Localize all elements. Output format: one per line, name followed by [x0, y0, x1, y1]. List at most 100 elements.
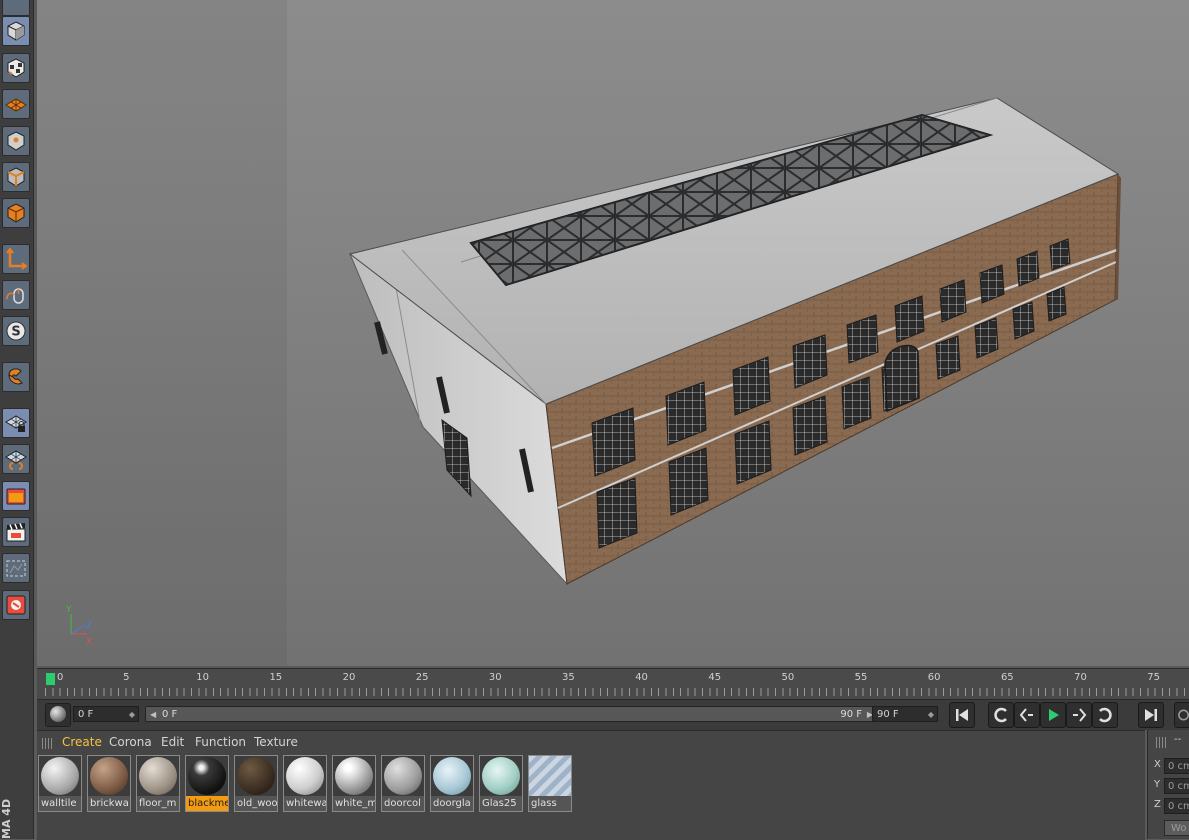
material-name: white_m: [333, 796, 375, 811]
material-manager: Create Corona Edit Function Texture walltile…: [37, 730, 1145, 840]
go-to-end-button[interactable]: [1138, 702, 1164, 728]
grid-plane-button[interactable]: [2, 89, 30, 119]
axis-icon: [6, 247, 28, 270]
clapper-icon: [6, 523, 26, 542]
timeline-tick-label: 5: [123, 672, 130, 683]
slider-start-label: 0 F: [162, 709, 178, 720]
timeline-playhead[interactable]: [46, 673, 55, 685]
material-swatch-old_woo[interactable]: old_woo: [234, 755, 278, 812]
current-frame-field[interactable]: 0 F ◆: [73, 706, 139, 722]
viewport-3d[interactable]: Y Z X: [37, 0, 1189, 666]
lock-grid-icon: [5, 415, 27, 432]
record-button-partial[interactable]: [1174, 702, 1189, 728]
previous-key-icon: [994, 707, 1007, 723]
svg-text:S: S: [11, 325, 20, 340]
polygons-mode-button[interactable]: [2, 198, 30, 228]
material-preview-sphere: [139, 757, 177, 795]
material-swatch-glas25[interactable]: Glas25: [479, 755, 523, 812]
coord-value-field[interactable]: 0 cm: [1164, 778, 1189, 794]
axis-label-z: Z: [86, 621, 92, 631]
coord-value-field[interactable]: 0 cm: [1164, 758, 1189, 774]
material-swatch-white_m[interactable]: white_m: [332, 755, 376, 812]
material-name: whitewa: [284, 796, 326, 811]
material-preview-hatch: [529, 756, 571, 797]
timeline-tick-label: 60: [927, 672, 941, 683]
timeline-tick-label: 50: [781, 672, 795, 683]
previous-frame-button[interactable]: [1014, 702, 1040, 728]
menu-function[interactable]: Function: [195, 735, 246, 749]
timeline-tick-label: 70: [1074, 672, 1087, 683]
timeline-tick-label: 10: [196, 672, 210, 683]
next-key-button[interactable]: [1092, 702, 1118, 728]
timeline-tick-label: 25: [415, 672, 429, 683]
material-swatch-doorcol[interactable]: doorcol: [381, 755, 425, 812]
lock-grid-button[interactable]: [2, 408, 30, 438]
render-button[interactable]: [2, 590, 30, 620]
material-swatch-doorgla[interactable]: doorgla: [430, 755, 474, 812]
menu-create[interactable]: Create: [62, 735, 102, 749]
material-preview-sphere: [90, 757, 128, 795]
material-preview-sphere: [384, 757, 422, 795]
coords-grip-icon[interactable]: [1156, 737, 1168, 748]
preview-sphere-icon[interactable]: [45, 703, 71, 727]
axis-button[interactable]: [2, 244, 30, 274]
next-frame-icon: [1073, 708, 1087, 722]
mouse-icon: [6, 288, 24, 304]
edges-mode-button[interactable]: [2, 162, 30, 192]
menu-texture[interactable]: Texture: [254, 735, 298, 749]
timeline-tick-label: 0: [57, 672, 64, 683]
timeline-tick-label: 40: [635, 672, 648, 683]
timeline-ticks: [45, 688, 1189, 696]
render-icon: [6, 595, 26, 615]
material-name: blackme: [186, 796, 228, 811]
material-name: walltile: [39, 796, 81, 811]
material-name: doorgla: [431, 796, 473, 811]
tool-button-top-partial[interactable]: [2, 0, 30, 16]
material-swatch-whitewa[interactable]: whitewa: [283, 755, 327, 812]
previous-frame-icon: [1019, 708, 1033, 722]
cube-tool-button[interactable]: [2, 16, 30, 46]
play-button[interactable]: [1040, 702, 1066, 728]
points-mode-button[interactable]: [2, 126, 30, 156]
snap-button[interactable]: S: [2, 316, 30, 346]
timeline-ruler[interactable]: 0 5 10 15 20 25 30 35 40 45 50 55 60 65 70 75: [37, 668, 1189, 699]
axis-label-x: X: [86, 637, 92, 647]
material-swatch-floor_m[interactable]: floor_m: [136, 755, 180, 812]
material-preview-sphere: [433, 757, 471, 795]
material-name: Glas25: [480, 796, 522, 811]
material-swatch-glass[interactable]: glass: [528, 755, 572, 812]
material-swatch-blackme[interactable]: blackme: [185, 755, 229, 812]
coords-mode-button[interactable]: Wo: [1164, 820, 1189, 836]
building-model[interactable]: [37, 0, 1189, 666]
left-toolbar: S MA 4D: [0, 0, 34, 839]
material-name: floor_m: [137, 796, 179, 811]
material-preview-sphere: [335, 757, 373, 795]
material-name: brickwa: [88, 796, 130, 811]
clapper-button[interactable]: [2, 517, 30, 547]
material-name: doorcol: [382, 796, 424, 811]
folder-button[interactable]: [2, 481, 30, 511]
end-frame-field[interactable]: 90 F ◆: [872, 706, 938, 722]
next-frame-button[interactable]: [1066, 702, 1092, 728]
material-swatch-brickwa[interactable]: brickwa: [87, 755, 131, 812]
menu-corona[interactable]: Corona: [109, 735, 152, 749]
coordinates-panel: -- X0 cmY0 cmZ0 cm Wo: [1147, 730, 1189, 839]
checker-cube-button[interactable]: [2, 53, 30, 83]
skip-start-icon: [956, 709, 968, 721]
mouse-tool-button[interactable]: [2, 280, 30, 310]
panel-grip-icon[interactable]: [42, 738, 54, 749]
grid-rotate-button[interactable]: [2, 444, 30, 474]
magnet-button[interactable]: [2, 362, 30, 392]
folder-icon: [6, 488, 26, 505]
material-preview-sphere: [286, 757, 324, 795]
axis-gizmo: Y Z X: [65, 605, 92, 647]
coord-value-field[interactable]: 0 cm: [1164, 798, 1189, 814]
frame-range-slider[interactable]: ◀ 0 F 90 F ▶: [145, 706, 877, 722]
go-to-start-button[interactable]: [949, 702, 975, 728]
render-region-button[interactable]: [2, 553, 30, 583]
menu-edit[interactable]: Edit: [161, 735, 184, 749]
coord-axis-label: X: [1154, 759, 1161, 770]
previous-key-button[interactable]: [988, 702, 1014, 728]
material-swatch-walltile[interactable]: walltile: [38, 755, 82, 812]
slider-end-label: 90 F: [840, 709, 862, 720]
